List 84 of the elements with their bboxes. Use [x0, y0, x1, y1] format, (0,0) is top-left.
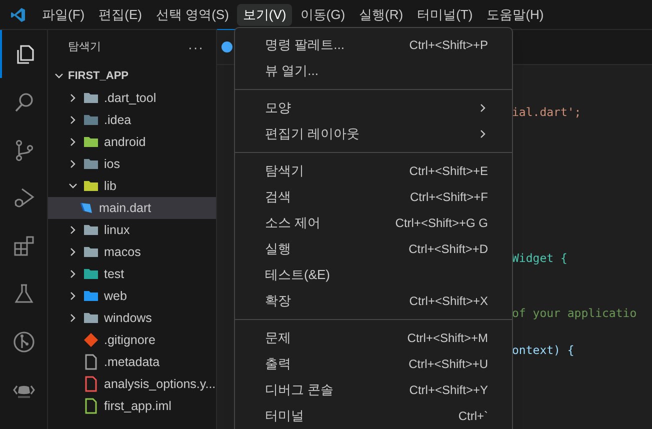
- chevron-icon: [68, 115, 78, 125]
- shortcut: Ctrl+<Shift>+E: [409, 163, 488, 180]
- menu-item[interactable]: 보기(V): [236, 4, 292, 26]
- menu-entry[interactable]: 테스트(&E): [235, 262, 512, 288]
- menu-label: 문제: [265, 329, 291, 348]
- sidebar-title: 탐색기: [68, 40, 101, 56]
- shortcut: Ctrl+<Shift>+P: [409, 37, 488, 54]
- code-line: Widget {: [512, 250, 568, 268]
- menu-label: 소스 제어: [265, 214, 321, 232]
- menu-entry[interactable]: 편집기 레이아웃: [235, 121, 512, 147]
- menu-label: 편집기 레이아웃: [265, 125, 360, 144]
- chevron-icon: [68, 313, 78, 323]
- chevron-icon: [68, 225, 78, 235]
- menu-label: 출력: [265, 355, 291, 374]
- file-item[interactable]: analysis_options.y...: [48, 373, 216, 395]
- menu-label: 뷰 열기...: [265, 62, 318, 80]
- code-line: ial.dart';: [512, 104, 582, 121]
- menu-entry[interactable]: 터미널 Ctrl+`: [235, 403, 512, 429]
- file-item[interactable]: .gitignore: [48, 329, 216, 351]
- menu-item[interactable]: 편집(E): [92, 4, 148, 26]
- folder-item[interactable]: windows: [48, 307, 216, 329]
- menu-entry[interactable]: 확장 Ctrl+<Shift>+X: [235, 288, 512, 314]
- chevron-icon: [68, 181, 78, 191]
- folder-item[interactable]: .dart_tool: [48, 87, 216, 109]
- menu-item[interactable]: 실행(R): [353, 4, 410, 26]
- menu-label: 탐색기: [265, 162, 304, 180]
- menu-label: 실행: [265, 240, 291, 258]
- folder-item[interactable]: .idea: [48, 109, 216, 131]
- folder-item[interactable]: linux: [48, 219, 216, 241]
- menu-item[interactable]: 선택 영역(S): [150, 4, 235, 26]
- extensions-icon[interactable]: [12, 234, 36, 258]
- folder-item[interactable]: test: [48, 263, 216, 285]
- flask-icon[interactable]: [12, 282, 36, 306]
- shortcut: Ctrl+<Shift>+G G: [395, 215, 488, 232]
- code-line: ontext) {: [512, 342, 576, 359]
- menu-item[interactable]: 이동(G): [294, 4, 352, 26]
- file-item[interactable]: main.dart: [48, 197, 216, 219]
- chevron-icon: [68, 247, 78, 257]
- shortcut: Ctrl+<Shift>+M: [407, 330, 488, 347]
- file-item[interactable]: first_app.iml: [48, 395, 216, 417]
- shortcut: Ctrl+<Shift>+X: [409, 293, 488, 310]
- menu-label: 명령 팔레트...: [265, 36, 344, 54]
- folder-item[interactable]: web: [48, 285, 216, 307]
- git-graph-icon[interactable]: [12, 330, 36, 354]
- chevron-icon: [68, 291, 78, 301]
- menu-label: 디버그 콘솔: [265, 381, 334, 400]
- menu-label: 터미널: [265, 407, 304, 426]
- file-item[interactable]: .metadata: [48, 351, 216, 373]
- shortcut: Ctrl+<Shift>+D: [408, 241, 488, 258]
- menu-entry[interactable]: 모양: [235, 95, 512, 121]
- menu-label: 검색: [265, 188, 291, 206]
- folder-item[interactable]: ios: [48, 153, 216, 175]
- chevron-icon: [68, 93, 78, 103]
- code-line: of your applicatio: [512, 305, 638, 322]
- menu-entry[interactable]: 뷰 열기...: [235, 58, 512, 84]
- menu-label: 확장: [265, 292, 291, 310]
- chevron-icon: [68, 137, 78, 147]
- menu-entry[interactable]: 출력 Ctrl+<Shift>+U: [235, 351, 512, 377]
- menu-entry[interactable]: 탐색기 Ctrl+<Shift>+E: [235, 158, 512, 184]
- chevron-icon: [68, 159, 78, 169]
- shortcut: Ctrl+<Shift>+F: [410, 189, 488, 206]
- menu-label: 테스트(&E): [265, 266, 330, 284]
- menu-item[interactable]: 터미널(T): [411, 4, 479, 26]
- folder-item[interactable]: lib: [48, 175, 216, 197]
- chevron-icon: [478, 103, 488, 113]
- shortcut: Ctrl+<Shift>+Y: [409, 382, 488, 399]
- chevron-icon: [68, 269, 78, 279]
- app-logo-icon: [10, 6, 26, 22]
- menu-entry[interactable]: 디버그 콘솔 Ctrl+<Shift>+Y: [235, 377, 512, 403]
- project-folder[interactable]: FIRST_APP: [48, 65, 216, 87]
- shortcut: Ctrl+`: [458, 408, 488, 425]
- shortcut: Ctrl+<Shift>+U: [408, 356, 488, 373]
- menu-entry[interactable]: 소스 제어 Ctrl+<Shift>+G G: [235, 210, 512, 236]
- menu-label: 모양: [265, 99, 291, 118]
- folder-item[interactable]: android: [48, 131, 216, 153]
- folder-item[interactable]: macos: [48, 241, 216, 263]
- menu-item[interactable]: 파일(F): [36, 4, 91, 26]
- menu-item[interactable]: 도움말(H): [480, 4, 550, 26]
- menu-entry[interactable]: 검색 Ctrl+<Shift>+F: [235, 184, 512, 210]
- menu-entry[interactable]: 문제 Ctrl+<Shift>+M: [235, 325, 512, 351]
- chevron-icon: [478, 129, 488, 139]
- more-actions-button[interactable]: ···: [188, 38, 204, 58]
- menu-entry[interactable]: 실행 Ctrl+<Shift>+D: [235, 236, 512, 262]
- chevron-icon: [54, 71, 64, 81]
